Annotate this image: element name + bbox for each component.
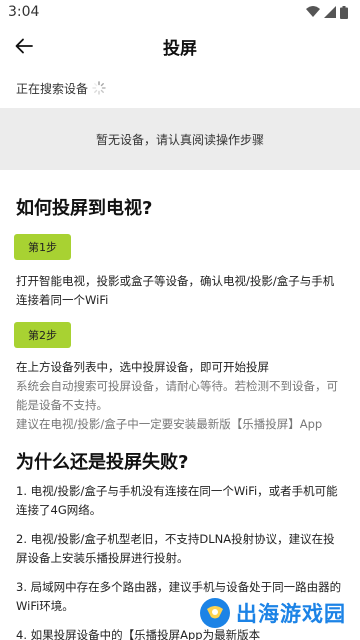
searching-status: 正在搜索设备 [0,70,360,106]
wifi-icon [306,6,320,17]
searching-label: 正在搜索设备 [16,81,89,96]
step2-tip: 建议在电视/投影/盒子中一定要安装最新版【乐播投屏】App [16,417,323,431]
page-title: 投屏 [163,38,197,59]
step2-note: 系统会自动搜索可投屏设备，请耐心等待。若检测不到设备，可能是设备不支持。 [16,379,338,412]
faq-item: 1. 电视/投影/盒子与手机没有连接在同一个WiFi，或者手机可能连接了4G网络… [16,484,338,517]
watermark-logo-icon [200,598,230,628]
status-time: 3:04 [8,4,40,20]
status-icons [306,5,348,19]
battery-icon [340,5,348,19]
guide-title: 如何投屏到电视? [16,198,153,219]
loading-spinner-icon [92,81,106,95]
watermark-text: 出海游戏园 [236,602,346,626]
watermark: 出海游戏园 [198,596,346,630]
back-button[interactable] [8,30,40,62]
faq-title: 为什么还是投屏失败? [16,452,189,473]
signal-icon [324,6,336,18]
empty-message: 暂无设备，请认真阅读操作步骤 [95,132,264,147]
step1-badge: 第1步 [14,234,71,260]
faq-item: 2. 电视/投影/盒子机型老旧，不支持DLNA投射协议，建议在投屏设备上安装乐播… [16,532,335,565]
step1-text: 打开智能电视，投影或盒子等设备，确认电视/投影/盒子与手机连接着同一个WiFi [16,274,335,307]
step2-text: 在上方设备列表中，选中投屏设备，即可开始投屏 [16,360,269,374]
app-bar: 投屏 [0,24,360,68]
arrow-left-icon [15,38,33,54]
device-list-empty: 暂无设备，请认真阅读操作步骤 [0,108,360,170]
step2-badge: 第2步 [14,322,71,348]
status-bar: 3:04 [0,0,360,24]
